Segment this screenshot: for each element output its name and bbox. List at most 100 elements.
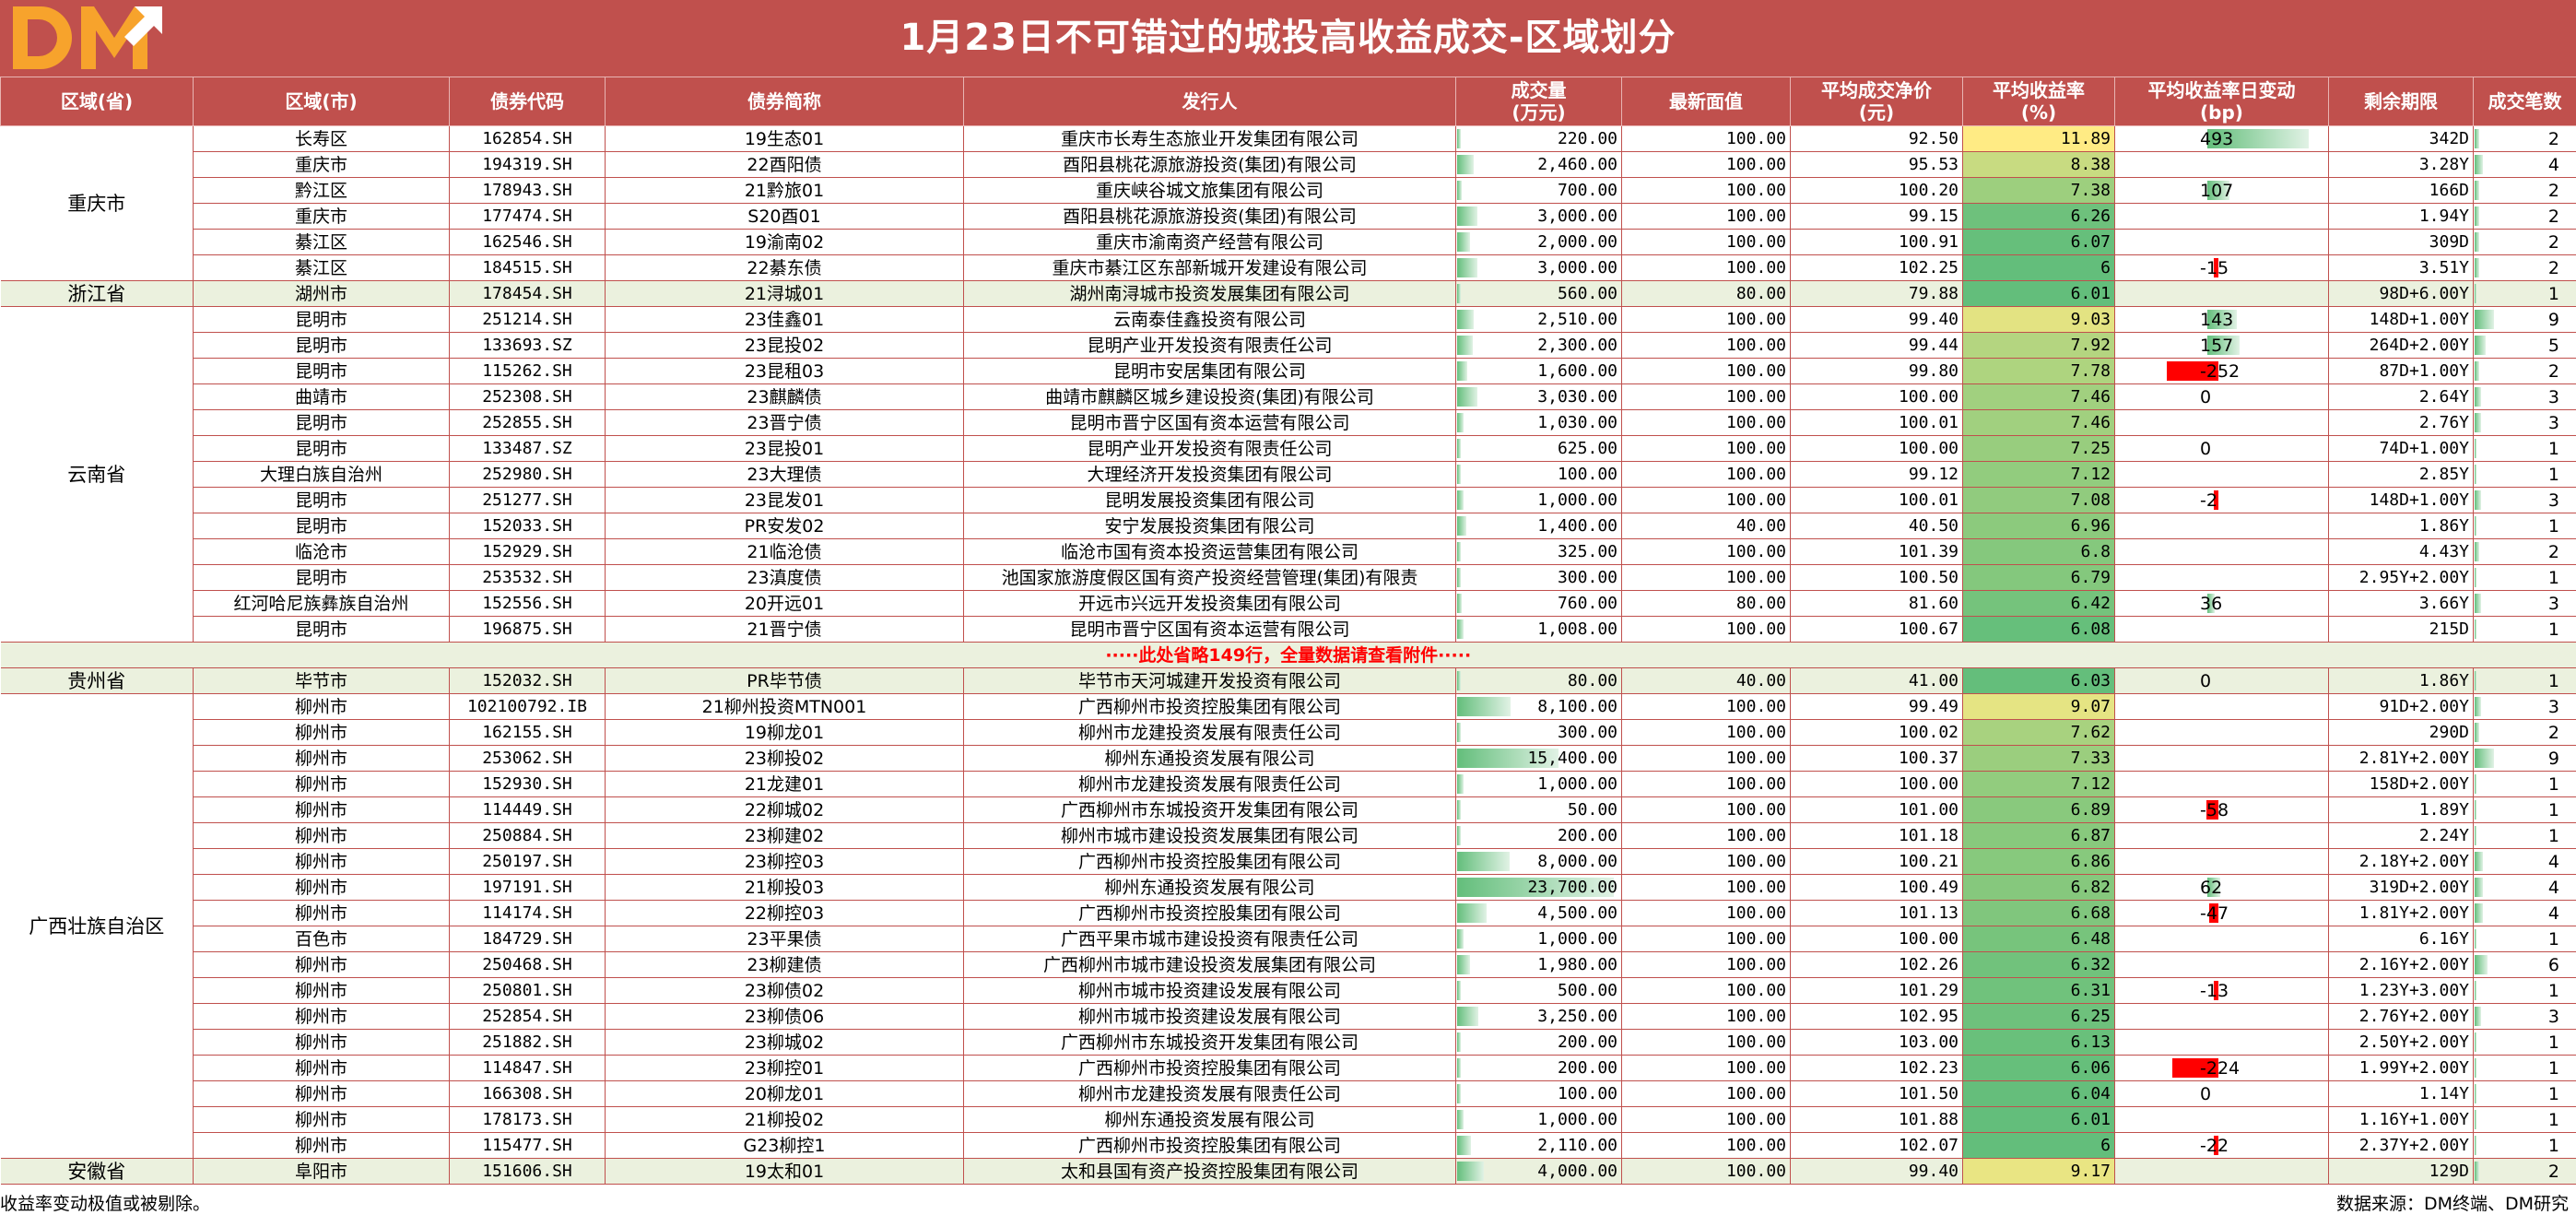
table-row: 柳州市166308.SH20柳龙01柳州市龙建投资发展有限责任公司100.001… [1,1081,2576,1107]
bond-code-cell: 251214.SH [450,307,606,333]
yield-change-cell-value: 493 [2119,129,2233,149]
trade-count-cell: 1 [2474,281,2576,307]
city-cell: 柳州市 [194,1030,450,1056]
table-row: 昆明市133693.SZ23昆投02昆明产业开发投资有限责任公司2,300.00… [1,333,2576,359]
volume-cell-value: 50.00 [1568,800,1617,820]
data-bar [2475,826,2476,845]
face-value-cell: 100.00 [1622,1004,1791,1030]
omit-text: ·····此处省略149行，全量数据请查看附件····· [1,643,2576,668]
trade-count-cell-value: 9 [2548,749,2559,769]
trade-count-cell: 1 [2474,1107,2576,1133]
bond-code-cell: 114449.SH [450,797,606,823]
volume-cell: 300.00 [1456,720,1622,746]
avg-price-cell: 100.00 [1791,384,1963,410]
data-bar [2475,1007,2481,1026]
avg-price-cell: 100.37 [1791,746,1963,772]
yield-cell: 6.01 [1963,1107,2115,1133]
face-value-cell: 100.00 [1622,1159,1791,1185]
trade-count-cell: 3 [2474,488,2576,513]
volume-cell-value: 1,600.00 [1537,361,1617,381]
volume-cell-value: 80.00 [1568,671,1617,690]
yield-change-cell: -2 [2115,488,2329,513]
data-bar [1457,826,1461,845]
trade-count-cell: 4 [2474,152,2576,178]
table-row: 柳州市152930.SH21龙建01柳州市龙建投资发展有限责任公司1,000.0… [1,772,2576,797]
yield-change-cell [2115,1107,2329,1133]
table-row: 柳州市252854.SH23柳债06柳州市城市投资建设发展有限公司3,250.0… [1,1004,2576,1030]
trade-count-cell: 1 [2474,1081,2576,1107]
city-cell: 昆明市 [194,617,450,643]
trade-count-cell-value: 2 [2548,542,2559,562]
face-value-cell: 100.00 [1622,126,1791,152]
bond-code-cell: 178943.SH [450,178,606,204]
trade-count-cell-value: 4 [2548,852,2559,872]
trade-count-cell-value: 3 [2548,1007,2559,1027]
issuer-cell: 柳州市城市投资建设发展有限公司 [964,1004,1456,1030]
trade-count-cell: 1 [2474,565,2576,591]
table-row: 昆明市252855.SH23晋宁债昆明市晋宁区国有资本运营有限公司1,030.0… [1,410,2576,436]
volume-cell-value: 3,000.00 [1537,206,1617,226]
bond-short-name-cell: 21黔旅01 [606,178,964,204]
table-row: 柳州市178173.SH21柳投02柳州东通投资发展有限公司1,000.0010… [1,1107,2576,1133]
trade-count-cell-value: 3 [2548,594,2559,614]
yield-cell: 6.31 [1963,978,2115,1004]
yield-change-cell-value [2119,516,2200,537]
yield-change-cell [2115,204,2329,230]
data-bar [2475,232,2479,252]
trade-count-cell: 2 [2474,230,2576,255]
trade-count-cell: 2 [2474,255,2576,281]
trade-count-cell-value: 4 [2548,903,2559,924]
volume-cell-value: 3,030.00 [1537,387,1617,407]
bond-short-name-cell: S20酉01 [606,204,964,230]
bond-short-name-cell: 23柳控03 [606,849,964,875]
trade-count-cell-value: 2 [2548,361,2559,382]
data-bar [1457,619,1464,639]
province-cell: 重庆市 [1,126,194,281]
yield-change-cell-value [2119,284,2200,304]
table-row: 柳州市162155.SH19柳龙01柳州市龙建投资发展有限责任公司300.001… [1,720,2576,746]
data-bar [2475,929,2476,949]
yield-cell: 7.78 [1963,359,2115,384]
face-value-cell: 100.00 [1622,694,1791,720]
yield-cell: 6.86 [1963,849,2115,875]
city-cell: 柳州市 [194,875,450,901]
yield-change-cell [2115,152,2329,178]
trade-count-cell: 1 [2474,513,2576,539]
trade-count-cell-value: 5 [2548,336,2559,356]
city-cell: 昆明市 [194,513,450,539]
table-row: 贵州省毕节市152032.SHPR毕节债毕节市天河城建开发投资有限公司80.00… [1,668,2576,694]
issuer-cell: 广西柳州市投资控股集团有限公司 [964,1056,1456,1081]
footnote: 收益率变动极值或被剔除。 [0,1190,210,1215]
yield-cell: 7.92 [1963,333,2115,359]
bond-short-name-cell: 21临沧债 [606,539,964,565]
issuer-cell: 广西柳州市投资控股集团有限公司 [964,694,1456,720]
yield-cell: 6.03 [1963,668,2115,694]
avg-price-cell: 102.25 [1791,255,1963,281]
avg-price-cell: 103.00 [1791,1030,1963,1056]
volume-cell: 1,030.00 [1456,410,1622,436]
bond-short-name-cell: 23滇度债 [606,565,964,591]
data-bar [1457,129,1461,148]
remaining-term-cell: 6.16Y [2329,926,2474,952]
bond-code-cell: 252855.SH [450,410,606,436]
volume-cell-value: 325.00 [1558,542,1617,561]
data-bar [2475,206,2479,226]
data-bar [2475,490,2481,510]
data-bar [2475,1136,2476,1155]
volume-cell-value: 3,250.00 [1537,1007,1617,1026]
issuer-cell: 柳州东通投资发展有限公司 [964,746,1456,772]
bond-short-name-cell: 19生态01 [606,126,964,152]
bond-code-cell: 252854.SH [450,1004,606,1030]
avg-price-cell: 99.15 [1791,204,1963,230]
volume-cell: 300.00 [1456,565,1622,591]
bond-short-name-cell: 23昆投02 [606,333,964,359]
remaining-term-cell: 74D+1.00Y [2329,436,2474,462]
yield-change-cell [2115,823,2329,849]
column-header: 平均收益率(%) [1963,77,2115,126]
volume-cell-value: 200.00 [1558,1058,1617,1078]
bond-short-name-cell: 19太和01 [606,1159,964,1185]
issuer-cell: 广西柳州市东城投资开发集团有限公司 [964,1030,1456,1056]
face-value-cell: 100.00 [1622,1107,1791,1133]
avg-price-cell: 100.01 [1791,410,1963,436]
city-cell: 大理白族自治州 [194,462,450,488]
